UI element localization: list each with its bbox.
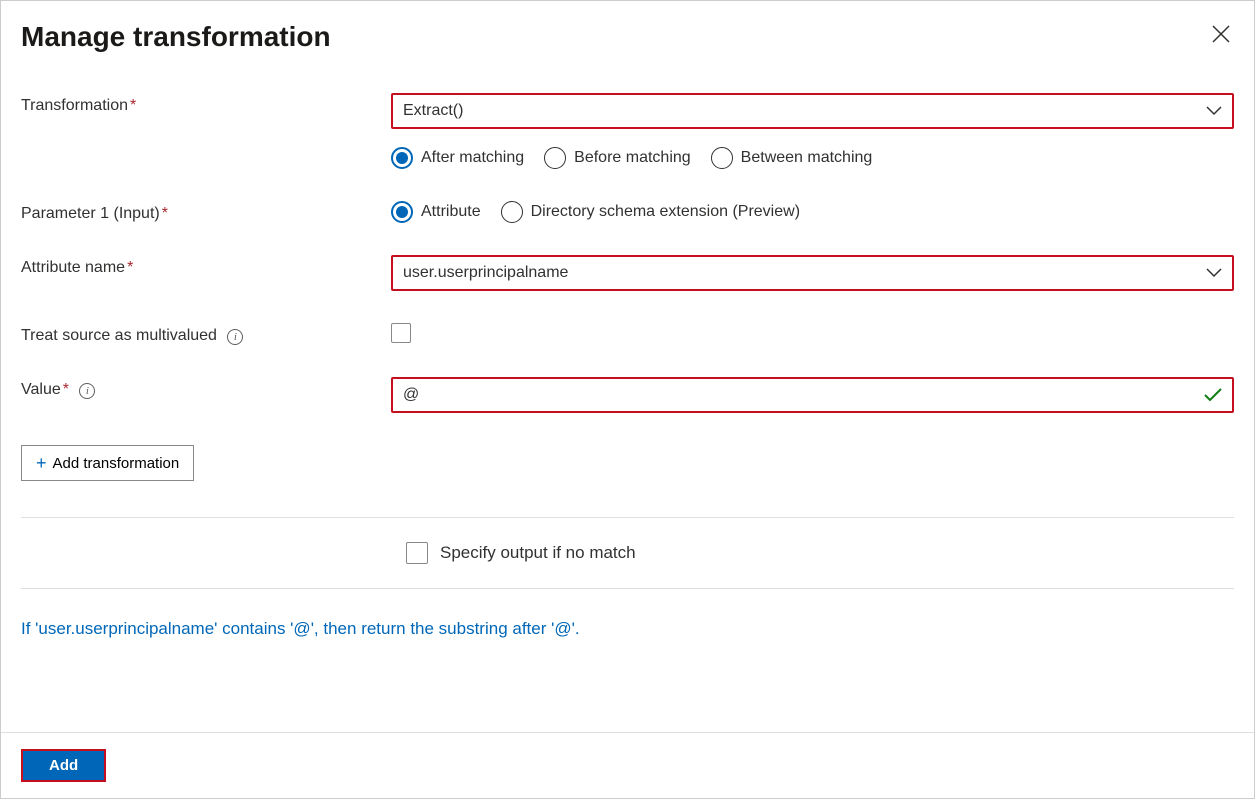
add-transformation-button[interactable]: + Add transformation bbox=[21, 445, 194, 481]
transformation-select-value: Extract() bbox=[403, 102, 463, 120]
attribute-name-label: Attribute name* bbox=[21, 255, 391, 277]
chevron-down-icon bbox=[1206, 106, 1222, 116]
info-icon[interactable]: i bbox=[79, 383, 95, 399]
parameter1-row: Parameter 1 (Input)* Attribute Directory… bbox=[21, 201, 1234, 223]
required-asterisk: * bbox=[63, 381, 69, 398]
specify-output-checkbox[interactable] bbox=[406, 542, 428, 564]
required-asterisk: * bbox=[130, 97, 136, 114]
radio-after-label: After matching bbox=[421, 149, 524, 167]
radio-directory-schema-ext[interactable]: Directory schema extension (Preview) bbox=[501, 201, 800, 223]
panel-header: Manage transformation bbox=[1, 1, 1254, 63]
required-asterisk: * bbox=[162, 205, 168, 222]
value-field: @ bbox=[391, 377, 1234, 413]
radio-circle-icon bbox=[391, 147, 413, 169]
transformation-row: Transformation* Extract() After matching bbox=[21, 93, 1234, 169]
treat-multivalued-field bbox=[391, 323, 1234, 343]
transformation-summary: If 'user.userprincipalname' contains '@'… bbox=[1, 605, 1254, 679]
radio-after-matching[interactable]: After matching bbox=[391, 147, 524, 169]
radio-circle-icon bbox=[544, 147, 566, 169]
treat-multivalued-label: Treat source as multivalued i bbox=[21, 323, 391, 345]
parameter1-label-text: Parameter 1 (Input) bbox=[21, 205, 160, 222]
info-icon[interactable]: i bbox=[227, 329, 243, 345]
attribute-name-row: Attribute name* user.userprincipalname bbox=[21, 255, 1234, 291]
value-label: Value* i bbox=[21, 377, 391, 399]
parameter1-field: Attribute Directory schema extension (Pr… bbox=[391, 201, 1234, 223]
specify-output-row: Specify output if no match bbox=[1, 534, 1254, 572]
attribute-name-value: user.userprincipalname bbox=[403, 264, 568, 282]
parameter1-radio-group: Attribute Directory schema extension (Pr… bbox=[391, 201, 1234, 223]
radio-attribute-label: Attribute bbox=[421, 203, 481, 221]
matching-radio-group: After matching Before matching Between m… bbox=[391, 147, 1234, 169]
value-input[interactable]: @ bbox=[391, 377, 1234, 413]
attribute-name-label-text: Attribute name bbox=[21, 259, 125, 276]
radio-between-label: Between matching bbox=[741, 149, 873, 167]
radio-before-matching[interactable]: Before matching bbox=[544, 147, 691, 169]
radio-before-label: Before matching bbox=[574, 149, 691, 167]
close-icon bbox=[1212, 25, 1230, 43]
footer: Add bbox=[1, 732, 1254, 798]
parameter1-label: Parameter 1 (Input)* bbox=[21, 201, 391, 223]
chevron-down-icon bbox=[1206, 268, 1222, 278]
close-button[interactable] bbox=[1208, 21, 1234, 47]
transformation-select[interactable]: Extract() bbox=[391, 93, 1234, 129]
treat-multivalued-checkbox[interactable] bbox=[391, 323, 411, 343]
add-button-highlight: Add bbox=[21, 749, 106, 782]
radio-circle-icon bbox=[391, 201, 413, 223]
radio-attribute[interactable]: Attribute bbox=[391, 201, 481, 223]
attribute-name-select[interactable]: user.userprincipalname bbox=[391, 255, 1234, 291]
add-transformation-row: + Add transformation bbox=[21, 445, 1234, 481]
add-transformation-label: Add transformation bbox=[53, 455, 180, 472]
value-label-text: Value bbox=[21, 381, 61, 398]
plus-icon: + bbox=[36, 454, 47, 472]
treat-multivalued-label-text: Treat source as multivalued bbox=[21, 327, 217, 344]
transformation-label: Transformation* bbox=[21, 93, 391, 115]
divider bbox=[21, 588, 1234, 589]
radio-circle-icon bbox=[501, 201, 523, 223]
specify-output-label: Specify output if no match bbox=[440, 543, 636, 563]
transformation-field: Extract() After matching Before matching bbox=[391, 93, 1234, 169]
attribute-name-field: user.userprincipalname bbox=[391, 255, 1234, 291]
divider bbox=[21, 517, 1234, 518]
value-input-text: @ bbox=[403, 386, 1204, 404]
treat-multivalued-row: Treat source as multivalued i bbox=[21, 323, 1234, 345]
form-area: Transformation* Extract() After matching bbox=[1, 63, 1254, 501]
radio-circle-icon bbox=[711, 147, 733, 169]
value-row: Value* i @ bbox=[21, 377, 1234, 413]
checkmark-icon bbox=[1204, 388, 1222, 402]
radio-dirschema-label: Directory schema extension (Preview) bbox=[531, 203, 800, 221]
add-button[interactable]: Add bbox=[23, 751, 104, 780]
page-title: Manage transformation bbox=[21, 21, 331, 53]
required-asterisk: * bbox=[127, 259, 133, 276]
radio-between-matching[interactable]: Between matching bbox=[711, 147, 873, 169]
manage-transformation-panel: Manage transformation Transformation* Ex… bbox=[0, 0, 1255, 799]
transformation-label-text: Transformation bbox=[21, 97, 128, 114]
